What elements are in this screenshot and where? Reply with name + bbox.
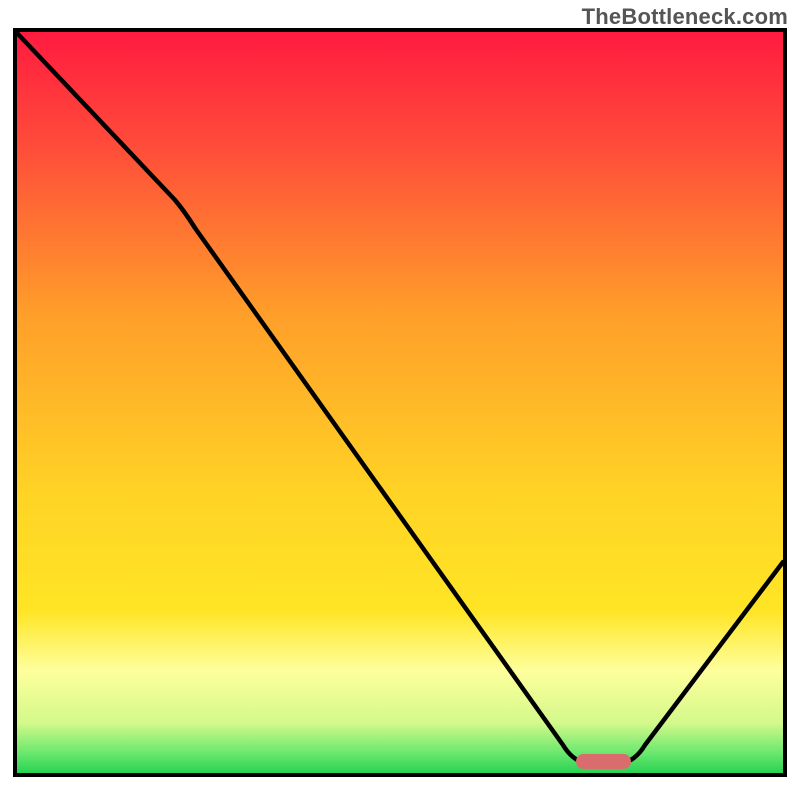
valley-marker — [576, 754, 631, 769]
chart-container: TheBottleneck.com — [0, 0, 800, 800]
plot-background — [15, 30, 785, 775]
chart-svg — [0, 0, 800, 800]
watermark-text: TheBottleneck.com — [582, 4, 788, 30]
